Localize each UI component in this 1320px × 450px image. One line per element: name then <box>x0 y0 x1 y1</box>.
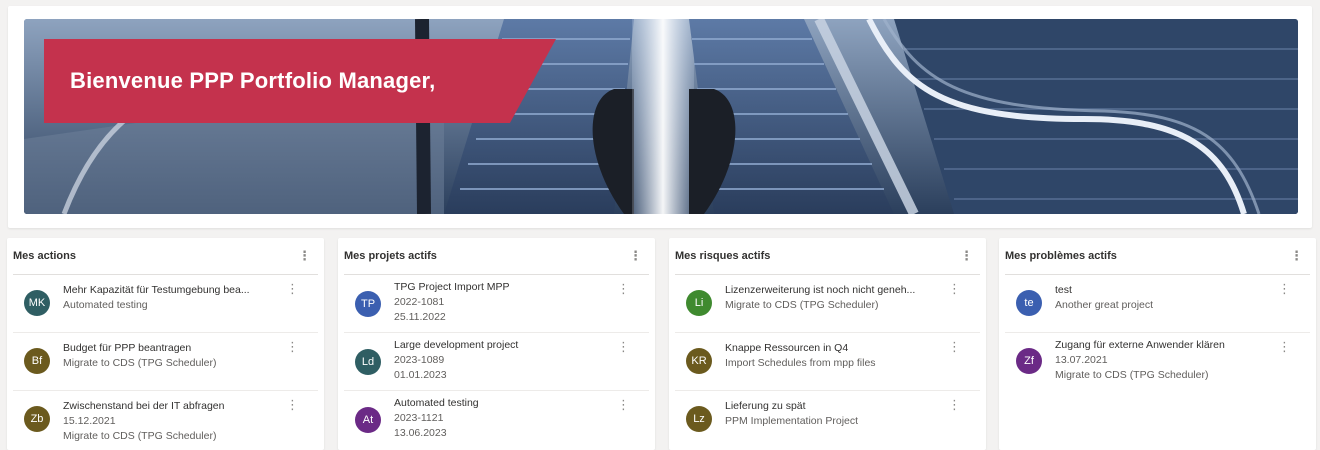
more-options-icon[interactable]: ⋮ <box>1290 249 1303 263</box>
more-options-icon[interactable]: ⋮ <box>948 282 961 296</box>
avatar: Zf <box>1016 348 1042 374</box>
item-title: Large development project <box>394 339 519 351</box>
item-subtitle: Migrate to CDS (TPG Scheduler) <box>63 430 217 442</box>
list-item[interactable]: MK Mehr Kapazität für Testumgebung bea..… <box>13 275 318 333</box>
item-date: 25.11.2022 <box>394 311 446 323</box>
avatar: Bf <box>24 348 50 374</box>
more-options-icon[interactable]: ⋮ <box>960 249 973 263</box>
list-item[interactable]: Li Lizenzerweiterung ist noch nicht gene… <box>675 275 980 333</box>
item-subtitle: Automated testing <box>63 299 148 311</box>
item-title: Automated testing <box>394 397 479 409</box>
item-subtitle: PPM Implementation Project <box>725 415 859 427</box>
panel-title: Mes actions <box>13 250 76 262</box>
panel-mes-risques-actifs: Mes risques actifs ⋮ Li Lizenzerweiterun… <box>669 238 986 450</box>
hero-image-escalators: Bienvenue PPP Portfolio Manager, <box>24 19 1298 214</box>
avatar: Lz <box>686 406 712 432</box>
item-code: 2023-1121 <box>394 412 444 424</box>
more-options-icon[interactable]: ⋮ <box>1278 340 1291 354</box>
panel-title: Mes problèmes actifs <box>1005 250 1117 262</box>
avatar: Zb <box>24 406 50 432</box>
more-options-icon[interactable]: ⋮ <box>617 282 630 296</box>
item-title: Zugang für externe Anwender klären <box>1055 339 1225 351</box>
more-options-icon[interactable]: ⋮ <box>629 249 642 263</box>
avatar: At <box>355 407 381 433</box>
more-options-icon[interactable]: ⋮ <box>617 340 630 354</box>
panel-mes-problemes-actifs: Mes problèmes actifs ⋮ te test Another g… <box>999 238 1316 450</box>
item-title: test <box>1055 284 1072 296</box>
list-item[interactable]: KR Knappe Ressourcen in Q4 Import Schedu… <box>675 333 980 391</box>
item-subtitle: Import Schedules from mpp files <box>725 357 876 369</box>
list-item[interactable]: Ld Large development project 2023-1089 0… <box>344 333 649 391</box>
avatar: TP <box>355 291 381 317</box>
panel-title: Mes projets actifs <box>344 250 437 262</box>
more-options-icon[interactable]: ⋮ <box>948 340 961 354</box>
item-title: TPG Project Import MPP <box>394 281 510 293</box>
more-options-icon[interactable]: ⋮ <box>286 398 299 412</box>
panel-title: Mes risques actifs <box>675 250 771 262</box>
more-options-icon[interactable]: ⋮ <box>1278 282 1291 296</box>
avatar: MK <box>24 290 50 316</box>
item-title: Lieferung zu spät <box>725 400 806 412</box>
item-date: 15.12.2021 <box>63 415 116 427</box>
item-title: Lizenzerweiterung ist noch nicht geneh..… <box>725 284 916 296</box>
avatar: KR <box>686 348 712 374</box>
welcome-card: Bienvenue PPP Portfolio Manager, <box>8 6 1312 228</box>
list-item[interactable]: Zf Zugang für externe Anwender klären 13… <box>1005 333 1310 391</box>
more-options-icon[interactable]: ⋮ <box>286 282 299 296</box>
item-date: 01.01.2023 <box>394 369 447 381</box>
welcome-title: Bienvenue PPP Portfolio Manager, <box>70 68 436 93</box>
list-item[interactable]: TP TPG Project Import MPP 2022-1081 25.1… <box>344 275 649 333</box>
item-code: 2023-1089 <box>394 354 445 366</box>
avatar: Li <box>686 290 712 316</box>
panel-mes-projets-actifs: Mes projets actifs ⋮ TP TPG Project Impo… <box>338 238 655 450</box>
more-options-icon[interactable]: ⋮ <box>286 340 299 354</box>
item-subtitle: Migrate to CDS (TPG Scheduler) <box>725 299 879 311</box>
more-options-icon[interactable]: ⋮ <box>617 398 630 412</box>
item-title: Budget für PPP beantragen <box>63 342 192 354</box>
list-item[interactable]: Bf Budget für PPP beantragen Migrate to … <box>13 333 318 391</box>
item-subtitle: Migrate to CDS (TPG Scheduler) <box>1055 369 1209 381</box>
more-options-icon[interactable]: ⋮ <box>948 398 961 412</box>
item-title: Mehr Kapazität für Testumgebung bea... <box>63 284 250 296</box>
item-subtitle: Another great project <box>1055 299 1154 311</box>
welcome-banner: Bienvenue PPP Portfolio Manager, <box>44 39 556 123</box>
item-subtitle: Migrate to CDS (TPG Scheduler) <box>63 357 217 369</box>
item-title: Knappe Ressourcen in Q4 <box>725 342 849 354</box>
avatar: te <box>1016 290 1042 316</box>
panel-mes-actions: Mes actions ⋮ MK Mehr Kapazität für Test… <box>7 238 324 450</box>
more-options-icon[interactable]: ⋮ <box>298 249 311 263</box>
item-date: 13.07.2021 <box>1055 354 1108 366</box>
list-item[interactable]: Lz Lieferung zu spät PPM Implementation … <box>675 391 980 449</box>
item-title: Zwischenstand bei der IT abfragen <box>63 400 225 412</box>
item-date: 13.06.2023 <box>394 427 447 439</box>
list-item[interactable]: te test Another great project ⋮ <box>1005 275 1310 333</box>
item-code: 2022-1081 <box>394 296 445 308</box>
list-item[interactable]: Zb Zwischenstand bei der IT abfragen 15.… <box>13 391 318 449</box>
avatar: Ld <box>355 349 381 375</box>
list-item[interactable]: At Automated testing 2023-1121 13.06.202… <box>344 391 649 449</box>
